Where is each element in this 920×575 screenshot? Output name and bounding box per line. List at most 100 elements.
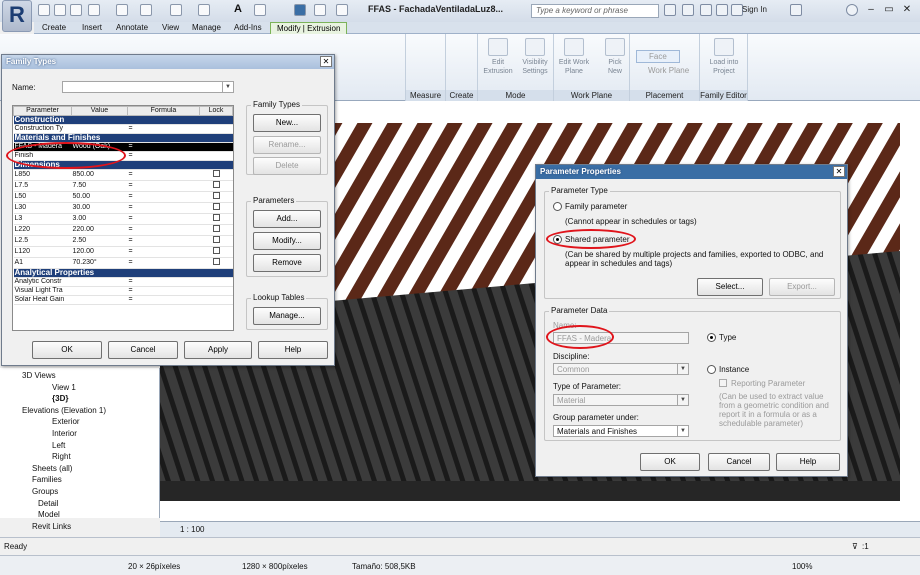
tab-annotate[interactable]: Annotate [110,22,154,34]
parameter-row[interactable]: A1 70.230° = [13,257,233,269]
parameter-value[interactable]: 50.00 [71,191,128,203]
parameter-value[interactable]: 2.50 [71,235,128,247]
reporting-label[interactable]: Reporting Parameter [731,379,805,388]
browser-item[interactable]: Sheets (all) [32,464,72,473]
reporting-checkbox[interactable] [719,379,727,387]
parameter-value[interactable]: 7.50 [71,180,128,192]
parameter-row[interactable]: Visual Light Tra = [13,286,233,296]
parameter-formula[interactable]: = [127,257,200,269]
lock-checkbox[interactable] [199,235,233,247]
lock-checkbox[interactable] [199,169,233,181]
lock-checkbox[interactable] [199,213,233,225]
close-button[interactable]: ✕ [900,3,914,17]
parameter-row[interactable]: L2.5 2.50 = [13,235,233,247]
lock-checkbox[interactable] [199,180,233,192]
favorites-icon[interactable] [716,4,728,16]
instance-radio-label[interactable]: Instance [719,365,749,374]
parameter-value[interactable] [71,286,128,296]
parameter-row[interactable]: L30 30.00 = [13,202,233,214]
parameter-row[interactable]: L850 850.00 = [13,169,233,181]
parameter-formula[interactable]: = [127,246,200,258]
search-input[interactable]: Type a keyword or phrase [531,4,659,18]
section-header[interactable]: Analytical Properties [13,268,233,278]
restore-button[interactable]: ▭ [882,3,896,17]
section-header[interactable]: Materials and Finishes [13,133,233,143]
ok-button[interactable]: OK [640,453,700,471]
communication-icon[interactable] [700,4,712,16]
parameter-formula[interactable]: = [127,202,200,214]
lock-checkbox[interactable] [199,124,233,134]
browser-item[interactable]: Interior [52,429,77,438]
tab-view[interactable]: View [156,22,185,34]
lock-checkbox[interactable] [199,295,233,305]
browser-item[interactable]: Model [38,510,60,519]
undo-icon[interactable] [116,4,128,16]
parameter-formula[interactable]: = [127,235,200,247]
browser-item[interactable]: Revit Links [32,522,71,531]
parameter-formula[interactable]: = [127,180,200,192]
face-button[interactable]: Face [636,50,680,63]
tab-modify-extrusion[interactable]: Modify | Extrusion [270,22,348,34]
parameter-value[interactable]: 850.00 [71,169,128,181]
family-parameter-radio[interactable] [553,202,562,211]
browser-item[interactable]: Detail [38,499,58,508]
cancel-button[interactable]: Cancel [108,341,178,359]
browser-item[interactable]: Elevations (Elevation 1) [22,406,106,415]
parameter-row[interactable]: Construction Ty = [13,124,233,134]
close-icon[interactable]: ✕ [833,166,845,177]
group-under-select[interactable]: Materials and Finishes ▼ [553,425,689,437]
delete-button[interactable]: Delete [253,157,321,175]
parameter-formula[interactable]: = [127,277,200,287]
tab-create[interactable]: Create [36,22,72,34]
edit-extrusion-button[interactable]: Edit Extrusion [481,38,515,76]
view-scale[interactable]: 1 : 100 [180,525,204,534]
export-button[interactable]: Export... [769,278,835,296]
subscription-icon[interactable] [682,4,694,16]
lock-checkbox[interactable] [199,151,233,161]
lock-checkbox[interactable] [199,257,233,269]
pick-new-button[interactable]: Pick New [602,38,628,76]
dimension-icon[interactable] [198,4,210,16]
cancel-button[interactable]: Cancel [708,453,770,471]
remove-parameter-button[interactable]: Remove [253,254,321,272]
modify-parameter-button[interactable]: Modify... [253,232,321,250]
parameter-value[interactable] [71,124,128,134]
lock-checkbox[interactable] [199,286,233,296]
parameter-value[interactable] [71,295,128,305]
tab-add-ins[interactable]: Add-Ins [228,22,268,34]
filter-icon[interactable]: ⊽ [852,542,858,551]
name-select[interactable]: ▼ [62,81,234,93]
browser-item[interactable]: 3D Views [22,371,56,380]
sync-icon[interactable] [88,4,100,16]
browser-item[interactable]: Right [52,452,71,461]
redo-icon[interactable] [140,4,152,16]
new-button[interactable]: New... [253,114,321,132]
help-icon[interactable] [846,4,858,16]
parameter-row[interactable]: L50 50.00 = [13,191,233,203]
minimize-button[interactable]: – [864,3,878,17]
switch-windows-icon[interactable] [294,4,306,16]
parameter-value[interactable]: 70.230° [71,257,128,269]
parameter-formula[interactable]: = [127,213,200,225]
tab-manage[interactable]: Manage [186,22,227,34]
edit-work-plane-button[interactable]: Edit Work Plane [556,38,592,76]
browser-item[interactable]: Groups [32,487,58,496]
user-interface-icon[interactable] [336,4,348,16]
type-of-parameter-select[interactable]: Material ▼ [553,394,689,406]
parameter-value[interactable] [71,277,128,287]
browser-item[interactable]: Left [52,441,65,450]
parameter-row[interactable]: L7.5 7.50 = [13,180,233,192]
rename-button[interactable]: Rename... [253,136,321,154]
parameter-formula[interactable]: = [127,286,200,296]
column-header[interactable]: Formula [127,106,200,116]
discipline-select[interactable]: Common ▼ [553,363,689,375]
parameter-row[interactable]: L220 220.00 = [13,224,233,236]
work-plane-button[interactable]: Work Plane [648,66,689,75]
parameter-formula[interactable]: = [127,124,200,134]
parameter-formula[interactable]: = [127,169,200,181]
parameter-formula[interactable]: = [127,224,200,236]
add-parameter-button[interactable]: Add... [253,210,321,228]
parameter-value[interactable]: 120.00 [71,246,128,258]
lock-checkbox[interactable] [199,246,233,258]
browser-item[interactable]: {3D} [52,394,68,403]
